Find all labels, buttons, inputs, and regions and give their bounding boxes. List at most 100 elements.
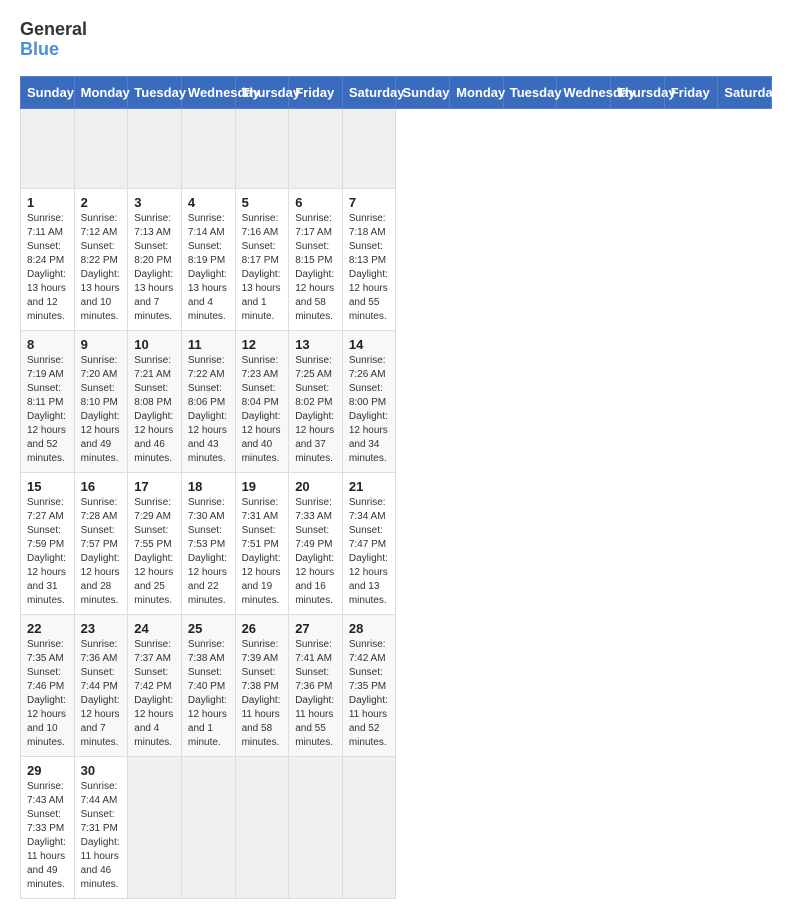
day-info: Sunrise: 7:19 AM Sunset: 8:11 PM Dayligh…	[27, 354, 68, 466]
day-info: Sunrise: 7:22 AM Sunset: 8:06 PM Dayligh…	[188, 354, 229, 466]
calendar-week-0	[21, 108, 772, 188]
calendar-cell: 3 Sunrise: 7:13 AM Sunset: 8:20 PM Daylig…	[128, 188, 182, 330]
day-number: 23	[81, 621, 122, 636]
day-number: 21	[349, 479, 390, 494]
day-number: 1	[27, 195, 68, 210]
day-number: 9	[81, 337, 122, 352]
calendar-cell: 5Sunrise: 7:16 AM Sunset: 8:17 PM Daylig…	[235, 188, 289, 330]
day-number: 27	[295, 621, 336, 636]
calendar-header-row: SundayMondayTuesdayWednesdayThursdayFrid…	[21, 76, 772, 108]
col-header-thursday: Thursday	[611, 76, 665, 108]
day-info: Sunrise: 7:42 AM Sunset: 7:35 PM Dayligh…	[349, 638, 390, 750]
day-number: 2	[81, 195, 122, 210]
calendar-cell	[128, 108, 182, 188]
day-info: Sunrise: 7:35 AM Sunset: 7:46 PM Dayligh…	[27, 638, 68, 750]
calendar-cell	[74, 108, 128, 188]
day-info: Sunrise: 7:16 AM Sunset: 8:17 PM Dayligh…	[242, 212, 283, 324]
calendar-cell	[235, 108, 289, 188]
day-info: Sunrise: 7:39 AM Sunset: 7:38 PM Dayligh…	[242, 638, 283, 750]
header-tuesday: Tuesday	[128, 76, 182, 108]
calendar-cell: 27 Sunrise: 7:41 AM Sunset: 7:36 PM Dayli…	[289, 614, 343, 756]
page-header: General Blue GeneralBlue	[20, 20, 772, 60]
calendar-cell	[342, 108, 396, 188]
day-number: 13	[295, 337, 336, 352]
day-number: 10	[134, 337, 175, 352]
day-info: Sunrise: 7:38 AM Sunset: 7:40 PM Dayligh…	[188, 638, 229, 750]
calendar-cell: 24 Sunrise: 7:37 AM Sunset: 7:42 PM Dayli…	[128, 614, 182, 756]
day-info: Sunrise: 7:21 AM Sunset: 8:08 PM Dayligh…	[134, 354, 175, 466]
calendar-table: SundayMondayTuesdayWednesdayThursdayFrid…	[20, 76, 772, 899]
logo: General Blue GeneralBlue	[20, 20, 87, 60]
calendar-cell: 12Sunrise: 7:23 AM Sunset: 8:04 PM Dayli…	[235, 330, 289, 472]
calendar-cell: 4 Sunrise: 7:14 AM Sunset: 8:19 PM Daylig…	[181, 188, 235, 330]
day-number: 19	[242, 479, 283, 494]
calendar-cell: 8 Sunrise: 7:19 AM Sunset: 8:11 PM Daylig…	[21, 330, 75, 472]
calendar-cell: 2 Sunrise: 7:12 AM Sunset: 8:22 PM Daylig…	[74, 188, 128, 330]
day-number: 29	[27, 763, 68, 778]
calendar-week-2: 8 Sunrise: 7:19 AM Sunset: 8:11 PM Daylig…	[21, 330, 772, 472]
calendar-cell	[235, 756, 289, 898]
day-number: 18	[188, 479, 229, 494]
calendar-cell: 18 Sunrise: 7:30 AM Sunset: 7:53 PM Dayli…	[181, 472, 235, 614]
calendar-cell: 17Sunrise: 7:29 AM Sunset: 7:55 PM Dayli…	[128, 472, 182, 614]
calendar-cell: 6Sunrise: 7:17 AM Sunset: 8:15 PM Daylig…	[289, 188, 343, 330]
day-info: Sunrise: 7:41 AM Sunset: 7:36 PM Dayligh…	[295, 638, 336, 750]
col-header-tuesday: Tuesday	[503, 76, 557, 108]
calendar-cell	[21, 108, 75, 188]
day-number: 26	[242, 621, 283, 636]
header-friday: Friday	[289, 76, 343, 108]
col-header-wednesday: Wednesday	[557, 76, 611, 108]
header-wednesday: Wednesday	[181, 76, 235, 108]
day-info: Sunrise: 7:27 AM Sunset: 7:59 PM Dayligh…	[27, 496, 68, 608]
calendar-cell: 14Sunrise: 7:26 AM Sunset: 8:00 PM Dayli…	[342, 330, 396, 472]
calendar-week-3: 15 Sunrise: 7:27 AM Sunset: 7:59 PM Dayli…	[21, 472, 772, 614]
day-info: Sunrise: 7:37 AM Sunset: 7:42 PM Dayligh…	[134, 638, 175, 750]
calendar-cell: 10 Sunrise: 7:21 AM Sunset: 8:08 PM Dayli…	[128, 330, 182, 472]
day-number: 17	[134, 479, 175, 494]
day-info: Sunrise: 7:11 AM Sunset: 8:24 PM Dayligh…	[27, 212, 68, 324]
day-info: Sunrise: 7:20 AM Sunset: 8:10 PM Dayligh…	[81, 354, 122, 466]
calendar-cell: 25 Sunrise: 7:38 AM Sunset: 7:40 PM Dayli…	[181, 614, 235, 756]
day-number: 3	[134, 195, 175, 210]
calendar-cell: 11 Sunrise: 7:22 AM Sunset: 8:06 PM Dayli…	[181, 330, 235, 472]
day-number: 14	[349, 337, 390, 352]
col-header-monday: Monday	[450, 76, 504, 108]
calendar-cell	[289, 756, 343, 898]
day-number: 22	[27, 621, 68, 636]
day-info: Sunrise: 7:14 AM Sunset: 8:19 PM Dayligh…	[188, 212, 229, 324]
day-info: Sunrise: 7:12 AM Sunset: 8:22 PM Dayligh…	[81, 212, 122, 324]
day-number: 15	[27, 479, 68, 494]
day-info: Sunrise: 7:33 AM Sunset: 7:49 PM Dayligh…	[295, 496, 336, 608]
col-header-sunday: Sunday	[396, 76, 450, 108]
calendar-cell: 19Sunrise: 7:31 AM Sunset: 7:51 PM Dayli…	[235, 472, 289, 614]
header-thursday: Thursday	[235, 76, 289, 108]
calendar-cell	[181, 756, 235, 898]
logo-text: GeneralBlue	[20, 20, 87, 60]
day-info: Sunrise: 7:34 AM Sunset: 7:47 PM Dayligh…	[349, 496, 390, 608]
calendar-cell: 23Sunrise: 7:36 AM Sunset: 7:44 PM Dayli…	[74, 614, 128, 756]
day-info: Sunrise: 7:25 AM Sunset: 8:02 PM Dayligh…	[295, 354, 336, 466]
day-info: Sunrise: 7:30 AM Sunset: 7:53 PM Dayligh…	[188, 496, 229, 608]
day-info: Sunrise: 7:18 AM Sunset: 8:13 PM Dayligh…	[349, 212, 390, 324]
day-number: 4	[188, 195, 229, 210]
calendar-cell	[181, 108, 235, 188]
day-number: 28	[349, 621, 390, 636]
day-info: Sunrise: 7:43 AM Sunset: 7:33 PM Dayligh…	[27, 780, 68, 892]
calendar-cell: 22 Sunrise: 7:35 AM Sunset: 7:46 PM Dayli…	[21, 614, 75, 756]
day-number: 24	[134, 621, 175, 636]
calendar-week-1: 1 Sunrise: 7:11 AM Sunset: 8:24 PM Daylig…	[21, 188, 772, 330]
col-header-friday: Friday	[664, 76, 718, 108]
day-number: 11	[188, 337, 229, 352]
day-number: 12	[242, 337, 283, 352]
calendar-cell	[342, 756, 396, 898]
calendar-cell	[289, 108, 343, 188]
day-number: 7	[349, 195, 390, 210]
day-number: 8	[27, 337, 68, 352]
calendar-cell: 26 Sunrise: 7:39 AM Sunset: 7:38 PM Dayli…	[235, 614, 289, 756]
calendar-cell: 13 Sunrise: 7:25 AM Sunset: 8:02 PM Dayli…	[289, 330, 343, 472]
day-info: Sunrise: 7:13 AM Sunset: 8:20 PM Dayligh…	[134, 212, 175, 324]
calendar-cell	[128, 756, 182, 898]
calendar-cell: 21 Sunrise: 7:34 AM Sunset: 7:47 PM Dayli…	[342, 472, 396, 614]
day-number: 25	[188, 621, 229, 636]
calendar-cell: 20Sunrise: 7:33 AM Sunset: 7:49 PM Dayli…	[289, 472, 343, 614]
